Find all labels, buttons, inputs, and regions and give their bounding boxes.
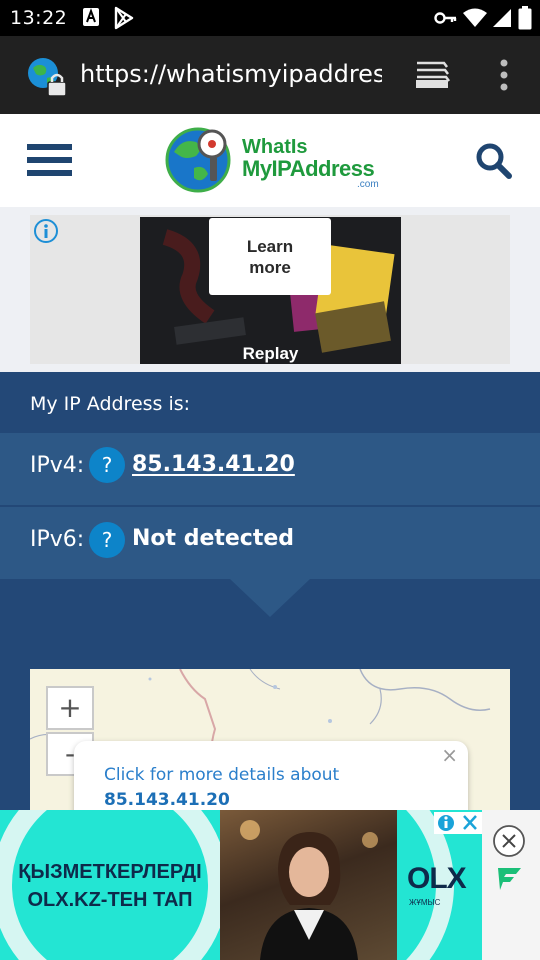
- notification-a-icon: [83, 8, 99, 26]
- hamburger-menu-icon[interactable]: [27, 142, 73, 178]
- map-popup-message: Click for more details about: [104, 765, 340, 785]
- ipv4-label: IPv4:: [30, 453, 85, 478]
- overflow-menu-icon[interactable]: [498, 58, 510, 92]
- url-bar[interactable]: https://whatismyipaddress.com: [80, 60, 382, 88]
- globe-magnifier-logo-icon: [165, 127, 231, 193]
- banner-ad-photo: [220, 810, 397, 960]
- status-bar: 13:22: [0, 0, 540, 36]
- learn-more-label: Learn more: [246, 236, 294, 277]
- adchoices-icon[interactable]: [434, 812, 482, 834]
- video-ad-player[interactable]: Learn more Replay: [140, 217, 401, 364]
- ipv6-help-icon[interactable]: ?: [89, 522, 125, 558]
- banner-ad-line2: OLX.KZ-ТЕН ТАП: [27, 889, 193, 911]
- freestar-logo-icon[interactable]: [494, 864, 524, 892]
- bottom-banner-ad[interactable]: ҚЫЗМЕТКЕРЛЕРДІ OLX.KZ-ТЕН ТАП OLX ЖҰМЫС: [0, 810, 540, 960]
- olx-logo: OLX: [407, 862, 467, 895]
- browser-toolbar: https://whatismyipaddress.com: [0, 36, 540, 114]
- replay-button[interactable]: Replay: [140, 344, 401, 364]
- map-popup[interactable]: Click for more details about 85.143.41.2…: [74, 741, 468, 810]
- banner-ad-line1: ҚЫЗМЕТКЕРЛЕРДІ: [18, 861, 202, 883]
- ad-controls-sidebar: [482, 810, 540, 960]
- wifi-icon: [463, 8, 487, 27]
- ipv6-value: Not detected: [132, 526, 295, 551]
- location-map[interactable]: + - Click for more details about 85.143.…: [30, 669, 510, 810]
- learn-more-button[interactable]: Learn more: [209, 218, 331, 295]
- ipv4-address-link[interactable]: 85.143.41.20: [132, 452, 295, 477]
- banner-ad-left-panel: ҚЫЗМЕТКЕРЛЕРДІ OLX.KZ-ТЕН ТАП: [0, 810, 220, 960]
- close-ad-icon[interactable]: [492, 824, 526, 858]
- ad-person-image: [240, 820, 378, 960]
- map-popup-close-button[interactable]: ×: [441, 743, 458, 767]
- map-popup-text[interactable]: Click for more details about 85.143.41.2…: [104, 763, 339, 810]
- video-ad-frame: Learn more Replay: [30, 215, 510, 364]
- ipv6-label: IPv6:: [30, 527, 85, 552]
- map-popup-ip: 85.143.41.20: [104, 790, 230, 810]
- ipv4-row: IPv4: ? 85.143.41.20: [0, 433, 540, 505]
- site-logo[interactable]: WhatIs MyIPAddress .com: [164, 124, 380, 198]
- site-header: WhatIs MyIPAddress .com: [0, 114, 540, 207]
- ipv4-help-icon[interactable]: ?: [89, 447, 125, 483]
- ad-info-icon[interactable]: [33, 218, 59, 244]
- vpn-key-icon: [434, 12, 457, 24]
- video-ad-area: Learn more Replay: [0, 207, 540, 372]
- site-favicon-lock-icon[interactable]: [26, 56, 70, 98]
- tab-switcher-icon[interactable]: [414, 60, 450, 90]
- logo-text-myipaddress: MyIPAddress: [242, 156, 375, 181]
- pointer-triangle: [230, 579, 310, 617]
- ipv6-row: IPv6: ? Not detected: [0, 507, 540, 579]
- ip-heading: My IP Address is:: [30, 393, 191, 415]
- search-icon[interactable]: [475, 142, 513, 180]
- signal-icon: [493, 9, 511, 27]
- play-store-icon: [114, 6, 134, 30]
- battery-icon: [518, 6, 532, 30]
- olx-logo-subtitle: ЖҰМЫС: [409, 898, 441, 907]
- logo-text-domain: .com: [357, 179, 379, 190]
- zoom-in-button[interactable]: +: [46, 686, 94, 730]
- banner-ad-headline: ҚЫЗМЕТКЕРЛЕРДІ OLX.KZ-ТЕН ТАП: [0, 858, 220, 914]
- status-time: 13:22: [10, 7, 68, 29]
